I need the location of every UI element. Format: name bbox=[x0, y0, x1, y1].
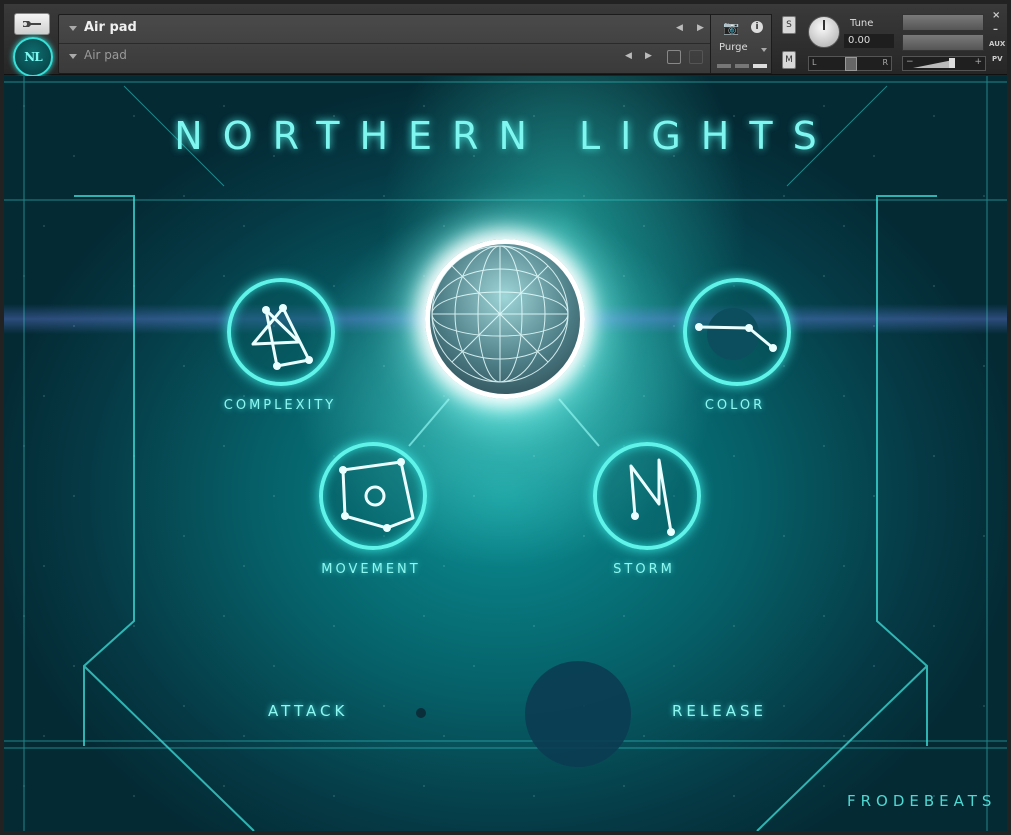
pv-button[interactable]: PV bbox=[992, 55, 1003, 63]
plugin-window: NL Air pad ◀ ▶ Air pad ◀ ▶ 📷 i Purge S M… bbox=[0, 0, 1011, 835]
sphere-mesh bbox=[431, 245, 569, 383]
movement-knob[interactable] bbox=[319, 442, 427, 550]
movement-glyph-icon bbox=[339, 458, 415, 532]
next-preset-arrow-icon[interactable]: ▶ bbox=[645, 51, 652, 61]
purge-chevron-down-icon[interactable] bbox=[761, 48, 767, 52]
volume-plus-label: + bbox=[974, 57, 982, 67]
preset-name[interactable]: Air pad bbox=[84, 48, 127, 62]
release-label: RELEASE bbox=[672, 702, 767, 720]
wrench-icon bbox=[23, 21, 41, 27]
complexity-knob[interactable] bbox=[227, 278, 335, 386]
instrument-name[interactable]: Air pad bbox=[84, 20, 137, 35]
close-icon[interactable]: × bbox=[992, 10, 1000, 21]
minimize-icon[interactable]: – bbox=[993, 24, 998, 35]
aux-button[interactable]: AUX bbox=[989, 40, 1005, 48]
preset-menu-chevron-down-icon[interactable] bbox=[69, 54, 77, 59]
volume-handle[interactable] bbox=[949, 58, 955, 68]
geodesic-sphere-logo-icon bbox=[425, 239, 585, 399]
tune-value-field[interactable]: 0.00 bbox=[844, 34, 894, 48]
pan-slider[interactable]: L R bbox=[808, 56, 892, 71]
solo-button[interactable]: S bbox=[782, 16, 796, 34]
instrument-name-panel: Air pad ◀ ▶ Air pad ◀ ▶ bbox=[58, 14, 720, 74]
storm-label: STORM bbox=[613, 562, 675, 577]
next-instrument-arrow-icon[interactable]: ▶ bbox=[697, 23, 704, 33]
level-meter-left bbox=[902, 14, 984, 31]
pan-left-label: L bbox=[812, 58, 817, 67]
snapshot-panel: 📷 i Purge bbox=[710, 14, 772, 74]
color-knob[interactable] bbox=[683, 278, 791, 386]
tune-knob[interactable] bbox=[808, 16, 840, 48]
pan-handle[interactable] bbox=[845, 57, 857, 71]
delete-preset-icon[interactable] bbox=[689, 50, 703, 64]
mute-button[interactable]: M bbox=[782, 51, 796, 69]
camera-icon[interactable]: 📷 bbox=[723, 21, 739, 36]
volume-ramp-icon bbox=[913, 60, 953, 68]
movement-label: MOVEMENT bbox=[321, 562, 421, 577]
brand-logo-text: FRODEBEATS bbox=[847, 792, 997, 810]
instrument-name-row: Air pad ◀ ▶ bbox=[59, 15, 719, 44]
volume-slider[interactable]: − + bbox=[902, 56, 986, 71]
decorative-frame-lines bbox=[4, 76, 1007, 831]
level-meter bbox=[902, 14, 984, 51]
tune-label: Tune bbox=[850, 18, 874, 29]
complexity-label: COMPLEXITY bbox=[223, 398, 337, 413]
instrument-header: NL Air pad ◀ ▶ Air pad ◀ ▶ 📷 i Purge S M… bbox=[4, 4, 1007, 77]
attack-knob[interactable] bbox=[416, 708, 426, 718]
storm-knob[interactable] bbox=[593, 442, 701, 550]
prev-preset-arrow-icon[interactable]: ◀ bbox=[625, 51, 632, 61]
instrument-logo-icon[interactable]: NL bbox=[13, 37, 53, 77]
prev-instrument-arrow-icon[interactable]: ◀ bbox=[676, 23, 683, 33]
instrument-panel: NORTHERN LIGHTS COMPLEXITY COLOR MOVEMEN… bbox=[4, 76, 1007, 831]
release-knob[interactable] bbox=[525, 661, 631, 767]
pan-right-label: R bbox=[882, 58, 888, 67]
info-icon[interactable]: i bbox=[751, 21, 763, 33]
preset-name-row: Air pad ◀ ▶ bbox=[59, 43, 719, 71]
color-label: COLOR bbox=[704, 398, 766, 413]
options-wrench-button[interactable] bbox=[14, 13, 50, 35]
color-glyph-icon bbox=[695, 308, 777, 360]
instrument-menu-chevron-down-icon[interactable] bbox=[69, 26, 77, 31]
save-preset-icon[interactable] bbox=[667, 50, 681, 64]
attack-label: ATTACK bbox=[268, 702, 349, 720]
level-meter-right bbox=[902, 34, 984, 51]
storm-glyph-icon bbox=[629, 458, 675, 536]
complexity-glyph-icon bbox=[251, 304, 313, 370]
purge-dropdown[interactable]: Purge bbox=[719, 42, 748, 53]
instrument-title: NORTHERN LIGHTS bbox=[174, 114, 837, 158]
